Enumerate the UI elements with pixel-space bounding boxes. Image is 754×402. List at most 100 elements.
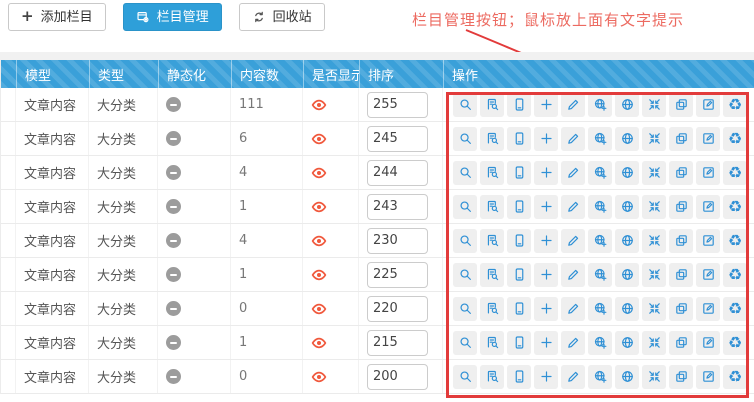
sort-input[interactable] — [367, 262, 428, 288]
copy-action-button[interactable] — [669, 331, 693, 355]
edit-action-button[interactable] — [561, 161, 585, 185]
add-action-button[interactable] — [534, 365, 558, 389]
add-action-button[interactable] — [534, 127, 558, 151]
copy-action-button[interactable] — [669, 93, 693, 117]
doc-search-action-button[interactable] — [480, 297, 504, 321]
doc-search-action-button[interactable] — [480, 195, 504, 219]
compress-action-button[interactable] — [642, 263, 666, 287]
visible-eye-icon[interactable] — [311, 301, 327, 317]
edit-action-button[interactable] — [561, 331, 585, 355]
globe-add-action-button[interactable] — [588, 195, 612, 219]
add-column-button[interactable]: + 添加栏目 — [8, 3, 106, 31]
doc-search-action-button[interactable] — [480, 365, 504, 389]
edit-box-action-button[interactable] — [696, 263, 720, 287]
compress-action-button[interactable] — [642, 195, 666, 219]
compress-action-button[interactable] — [642, 93, 666, 117]
visible-eye-icon[interactable] — [311, 267, 327, 283]
static-disabled-icon[interactable] — [166, 97, 181, 112]
static-disabled-icon[interactable] — [166, 233, 181, 248]
edit-box-action-button[interactable] — [696, 161, 720, 185]
static-disabled-icon[interactable] — [166, 199, 181, 214]
copy-action-button[interactable] — [669, 161, 693, 185]
search-action-button[interactable] — [453, 195, 477, 219]
visible-eye-icon[interactable] — [311, 335, 327, 351]
compress-action-button[interactable] — [642, 365, 666, 389]
search-action-button[interactable] — [453, 161, 477, 185]
doc-search-action-button[interactable] — [480, 93, 504, 117]
add-action-button[interactable] — [534, 93, 558, 117]
edit-action-button[interactable] — [561, 195, 585, 219]
mobile-action-button[interactable] — [507, 93, 531, 117]
edit-box-action-button[interactable] — [696, 365, 720, 389]
mobile-action-button[interactable] — [507, 195, 531, 219]
sort-input[interactable] — [367, 126, 428, 152]
visible-eye-icon[interactable] — [311, 165, 327, 181]
edit-action-button[interactable] — [561, 297, 585, 321]
copy-action-button[interactable] — [669, 365, 693, 389]
recycle-action-button[interactable]: ♻ — [723, 263, 747, 287]
doc-search-action-button[interactable] — [480, 331, 504, 355]
add-action-button[interactable] — [534, 263, 558, 287]
copy-action-button[interactable] — [669, 263, 693, 287]
recycle-action-button[interactable]: ♻ — [723, 93, 747, 117]
search-action-button[interactable] — [453, 93, 477, 117]
globe-action-button[interactable] — [615, 229, 639, 253]
search-action-button[interactable] — [453, 331, 477, 355]
globe-action-button[interactable] — [615, 93, 639, 117]
add-action-button[interactable] — [534, 161, 558, 185]
search-action-button[interactable] — [453, 127, 477, 151]
add-action-button[interactable] — [534, 195, 558, 219]
edit-box-action-button[interactable] — [696, 229, 720, 253]
recycle-action-button[interactable]: ♻ — [723, 195, 747, 219]
copy-action-button[interactable] — [669, 297, 693, 321]
globe-action-button[interactable] — [615, 195, 639, 219]
recycle-action-button[interactable]: ♻ — [723, 161, 747, 185]
search-action-button[interactable] — [453, 229, 477, 253]
mobile-action-button[interactable] — [507, 127, 531, 151]
globe-action-button[interactable] — [615, 297, 639, 321]
static-disabled-icon[interactable] — [166, 267, 181, 282]
globe-action-button[interactable] — [615, 161, 639, 185]
globe-add-action-button[interactable] — [588, 93, 612, 117]
globe-add-action-button[interactable] — [588, 365, 612, 389]
globe-add-action-button[interactable] — [588, 263, 612, 287]
sort-input[interactable] — [367, 194, 428, 220]
compress-action-button[interactable] — [642, 229, 666, 253]
recycle-bin-button[interactable]: 回收站 — [239, 3, 325, 31]
compress-action-button[interactable] — [642, 127, 666, 151]
search-action-button[interactable] — [453, 263, 477, 287]
edit-action-button[interactable] — [561, 127, 585, 151]
compress-action-button[interactable] — [642, 161, 666, 185]
mobile-action-button[interactable] — [507, 331, 531, 355]
recycle-action-button[interactable]: ♻ — [723, 127, 747, 151]
column-manage-button[interactable]: 栏目管理 — [123, 3, 222, 31]
visible-eye-icon[interactable] — [311, 97, 327, 113]
sort-input[interactable] — [367, 160, 428, 186]
visible-eye-icon[interactable] — [311, 233, 327, 249]
static-disabled-icon[interactable] — [166, 335, 181, 350]
recycle-action-button[interactable]: ♻ — [723, 229, 747, 253]
globe-action-button[interactable] — [615, 127, 639, 151]
sort-input[interactable] — [367, 228, 428, 254]
search-action-button[interactable] — [453, 297, 477, 321]
sort-input[interactable] — [367, 330, 428, 356]
globe-add-action-button[interactable] — [588, 331, 612, 355]
visible-eye-icon[interactable] — [311, 369, 327, 385]
add-action-button[interactable] — [534, 297, 558, 321]
mobile-action-button[interactable] — [507, 297, 531, 321]
doc-search-action-button[interactable] — [480, 263, 504, 287]
globe-add-action-button[interactable] — [588, 297, 612, 321]
edit-box-action-button[interactable] — [696, 297, 720, 321]
compress-action-button[interactable] — [642, 297, 666, 321]
edit-action-button[interactable] — [561, 263, 585, 287]
globe-action-button[interactable] — [615, 331, 639, 355]
edit-action-button[interactable] — [561, 229, 585, 253]
copy-action-button[interactable] — [669, 127, 693, 151]
visible-eye-icon[interactable] — [311, 131, 327, 147]
doc-search-action-button[interactable] — [480, 127, 504, 151]
globe-add-action-button[interactable] — [588, 161, 612, 185]
static-disabled-icon[interactable] — [166, 165, 181, 180]
recycle-action-button[interactable]: ♻ — [723, 365, 747, 389]
compress-action-button[interactable] — [642, 331, 666, 355]
globe-add-action-button[interactable] — [588, 127, 612, 151]
